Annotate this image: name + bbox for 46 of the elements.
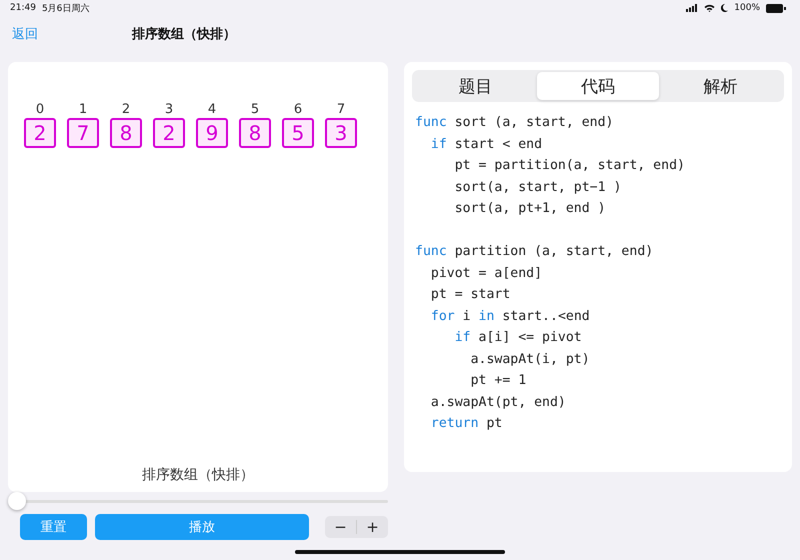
array-element: 8 <box>110 118 142 148</box>
array-index: 4 <box>208 102 216 117</box>
code-line: pt += 1 <box>470 372 528 390</box>
status-time: 21:49 <box>10 3 36 13</box>
code-line: a.swapAt(i, pt) <box>470 350 591 368</box>
slider-thumb[interactable] <box>8 492 26 510</box>
code-line: pivot = a[end] <box>430 264 544 282</box>
array-element: 2 <box>24 118 56 148</box>
array-element: 9 <box>196 118 228 148</box>
array-element: 2 <box>153 118 185 148</box>
array-element: 7 <box>67 118 99 148</box>
code-line: pt = partition(a, start, end) <box>454 157 686 175</box>
increment-button[interactable]: + <box>357 516 388 538</box>
code-line: func sort (a, start, end) <box>415 114 614 132</box>
tab[interactable]: 题目 <box>414 72 537 100</box>
page-title: 排序数组（快排） <box>132 26 236 43</box>
array-index: 5 <box>250 102 260 117</box>
signal-icon <box>686 4 698 12</box>
moon-icon <box>721 4 728 12</box>
array-element: 5 <box>282 118 314 148</box>
tab[interactable]: 解析 <box>659 72 782 100</box>
array-index: 2 <box>122 102 130 117</box>
status-date: 5月6日周六 <box>42 2 90 14</box>
array-index: 1 <box>78 102 88 117</box>
array-index: 7 <box>336 102 346 117</box>
decrement-button[interactable]: − <box>325 516 356 538</box>
code-line: for i in start..<end <box>430 308 591 326</box>
array-element: 3 <box>325 118 357 148</box>
code-line: a.swapAt(pt, end) <box>430 394 567 412</box>
array-element: 8 <box>239 118 271 148</box>
code-line: sort(a, start, pt−1 ) <box>454 178 622 196</box>
tab[interactable]: 代码 <box>536 72 660 100</box>
code-line: sort(a, pt+1, end ) <box>454 200 607 218</box>
battery-icon <box>766 4 786 12</box>
array-index: 6 <box>294 102 302 117</box>
code-line: if a[i] <= pivot <box>454 329 583 347</box>
code-line: if start < end <box>430 136 544 154</box>
array-index: 0 <box>36 102 44 117</box>
code-line: return pt <box>430 415 504 433</box>
array-index: 3 <box>164 102 174 117</box>
progress-slider[interactable] <box>8 492 388 510</box>
code-line: pt = start <box>430 286 512 304</box>
code-line: func partition (a, start, end) <box>415 243 654 261</box>
battery-percent: 100% <box>734 3 760 13</box>
wifi-icon <box>704 4 716 12</box>
step-caption: 排序数组（快排） <box>142 466 254 484</box>
